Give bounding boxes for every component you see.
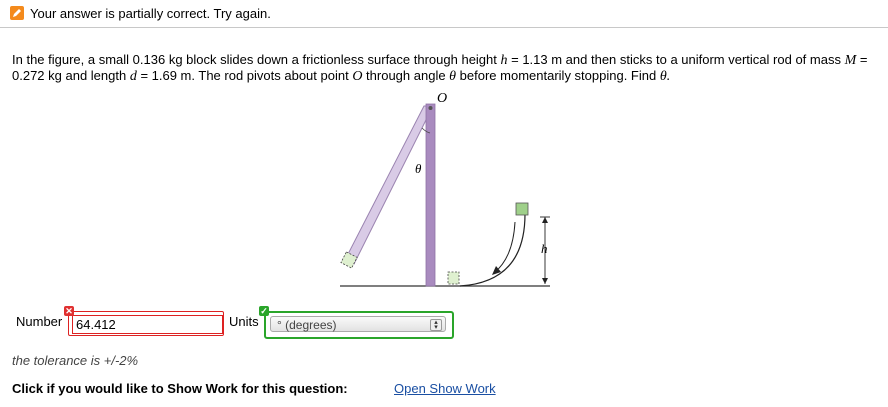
label-theta: θ [415, 161, 422, 176]
select-arrows-icon: ▴ ▾ [430, 319, 442, 331]
pencil-icon [10, 6, 24, 20]
number-input[interactable] [72, 315, 223, 334]
label-h: h [541, 241, 548, 256]
number-input-frame [68, 311, 224, 336]
show-work-prompt: Click if you would like to Show Work for… [12, 381, 348, 396]
units-value: ° (degrees) [277, 318, 337, 332]
motion-arrow [494, 221, 516, 273]
correct-icon: ✓ [259, 306, 269, 316]
pivot-point [428, 106, 433, 110]
block-at-rod-bottom [447, 271, 460, 285]
number-label: Number [16, 314, 63, 329]
units-select-frame: ° (degrees) ▴ ▾ [264, 311, 454, 339]
status-message: Your answer is partially correct. Try ag… [30, 5, 271, 21]
block-at-top [515, 202, 529, 216]
label-O: O [437, 92, 447, 106]
incorrect-icon: ✕ [64, 306, 74, 316]
open-show-work-link[interactable]: Open Show Work [394, 381, 496, 396]
vertical-rod [425, 103, 436, 287]
rotated-rod [345, 105, 434, 265]
tolerance-text: the tolerance is +/-2% [12, 353, 139, 368]
status-bar: Your answer is partially correct. Try ag… [10, 3, 870, 23]
units-label: Units [229, 314, 259, 329]
divider [0, 27, 888, 28]
units-select[interactable]: ° (degrees) ▴ ▾ [270, 316, 446, 332]
physics-figure: O θ h [340, 92, 550, 287]
question-text: In the figure, a small 0.136 kg block sl… [12, 52, 868, 84]
